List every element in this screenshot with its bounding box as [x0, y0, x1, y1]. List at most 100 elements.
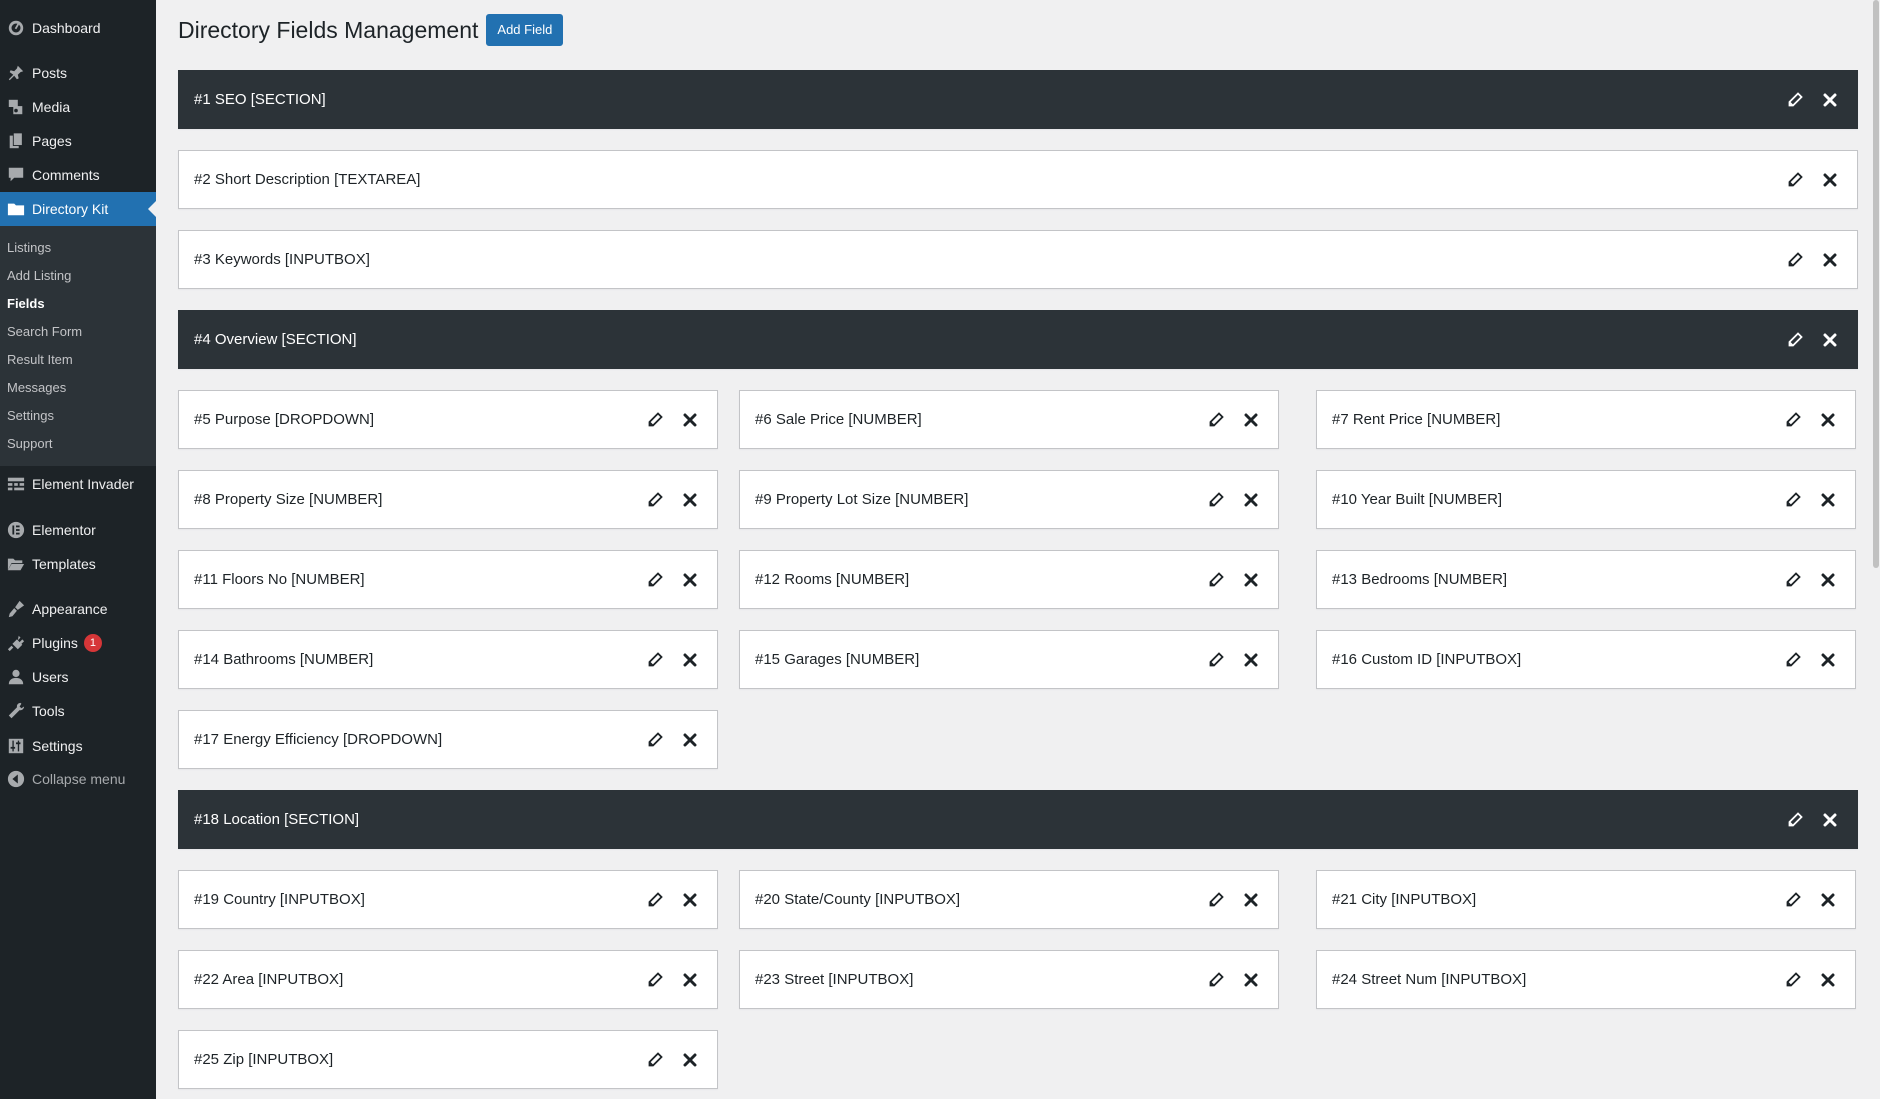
section-row[interactable]: #1 SEO [SECTION] [178, 70, 1858, 129]
edit-icon[interactable] [1785, 90, 1805, 110]
edit-icon[interactable] [1785, 250, 1805, 270]
sidebar-item-users[interactable]: Users [0, 660, 156, 694]
field-row[interactable]: #12 Rooms [NUMBER] [739, 550, 1279, 609]
close-icon[interactable] [680, 730, 700, 750]
submenu-item-add-listing[interactable]: Add Listing [7, 268, 71, 283]
close-icon[interactable] [1818, 410, 1838, 430]
edit-icon[interactable] [1785, 170, 1805, 190]
edit-icon[interactable] [1783, 570, 1803, 590]
close-icon[interactable] [1820, 170, 1840, 190]
edit-icon[interactable] [645, 570, 665, 590]
field-row[interactable]: #7 Rent Price [NUMBER] [1316, 390, 1856, 449]
sidebar-item-dashboard[interactable]: Dashboard [0, 11, 156, 45]
sidebar-item-settings[interactable]: Settings [0, 729, 156, 763]
edit-icon[interactable] [1206, 570, 1226, 590]
sidebar-item-appearance[interactable]: Appearance [0, 592, 156, 626]
sidebar-item-pages[interactable]: Pages [0, 124, 156, 158]
close-icon[interactable] [1241, 890, 1261, 910]
close-icon[interactable] [680, 410, 700, 430]
section-row[interactable]: #18 Location [SECTION] [178, 790, 1858, 849]
field-row[interactable]: #2 Short Description [TEXTAREA] [178, 150, 1858, 209]
submenu-item-settings[interactable]: Settings [7, 408, 54, 423]
edit-icon[interactable] [645, 970, 665, 990]
edit-icon[interactable] [645, 890, 665, 910]
close-icon[interactable] [680, 1050, 700, 1070]
close-icon[interactable] [1241, 650, 1261, 670]
edit-icon[interactable] [1206, 410, 1226, 430]
sidebar-item-comments[interactable]: Comments [0, 158, 156, 192]
add-field-button[interactable]: Add Field [486, 14, 564, 46]
edit-icon[interactable] [1783, 650, 1803, 670]
field-row[interactable]: #9 Property Lot Size [NUMBER] [739, 470, 1279, 529]
edit-icon[interactable] [1206, 970, 1226, 990]
close-icon[interactable] [1241, 490, 1261, 510]
submenu-item-search-form[interactable]: Search Form [7, 324, 82, 339]
field-row[interactable]: #13 Bedrooms [NUMBER] [1316, 550, 1856, 609]
edit-icon[interactable] [645, 490, 665, 510]
edit-icon[interactable] [1206, 890, 1226, 910]
section-row[interactable]: #4 Overview [SECTION] [178, 310, 1858, 369]
field-row[interactable]: #3 Keywords [INPUTBOX] [178, 230, 1858, 289]
collapse-menu-button[interactable]: Collapse menu [0, 762, 156, 796]
close-icon[interactable] [1241, 570, 1261, 590]
field-row[interactable]: #11 Floors No [NUMBER] [178, 550, 718, 609]
field-row[interactable]: #20 State/County [INPUTBOX] [739, 870, 1279, 929]
field-row[interactable]: #17 Energy Efficiency [DROPDOWN] [178, 710, 718, 769]
edit-icon[interactable] [645, 650, 665, 670]
edit-icon[interactable] [1783, 490, 1803, 510]
close-icon[interactable] [680, 890, 700, 910]
close-icon[interactable] [1820, 810, 1840, 830]
close-icon[interactable] [1820, 90, 1840, 110]
edit-icon[interactable] [1783, 890, 1803, 910]
field-row[interactable]: #21 City [INPUTBOX] [1316, 870, 1856, 929]
sidebar-item-plugins[interactable]: Plugins 1 [0, 626, 156, 660]
field-row[interactable]: #19 Country [INPUTBOX] [178, 870, 718, 929]
close-icon[interactable] [1820, 330, 1840, 350]
field-row[interactable]: #15 Garages [NUMBER] [739, 630, 1279, 689]
edit-icon[interactable] [645, 410, 665, 430]
close-icon[interactable] [680, 490, 700, 510]
submenu-item-result-item[interactable]: Result Item [7, 352, 73, 367]
edit-icon[interactable] [1783, 970, 1803, 990]
edit-icon[interactable] [1785, 330, 1805, 350]
close-icon[interactable] [1818, 650, 1838, 670]
submenu-item-listings[interactable]: Listings [7, 240, 51, 255]
sidebar-item-directory-kit[interactable]: Directory Kit [0, 192, 156, 226]
close-icon[interactable] [680, 970, 700, 990]
sidebar-item-media[interactable]: Media [0, 90, 156, 124]
field-row[interactable]: #16 Custom ID [INPUTBOX] [1316, 630, 1856, 689]
field-row[interactable]: #23 Street [INPUTBOX] [739, 950, 1279, 1009]
close-icon[interactable] [1241, 410, 1261, 430]
sidebar-item-elementor[interactable]: Elementor [0, 513, 156, 547]
field-row[interactable]: #24 Street Num [INPUTBOX] [1316, 950, 1856, 1009]
submenu-item-fields[interactable]: Fields [7, 296, 45, 311]
field-row[interactable]: #22 Area [INPUTBOX] [178, 950, 718, 1009]
scrollbar-thumb[interactable] [1873, 0, 1879, 568]
sidebar-item-templates[interactable]: Templates [0, 547, 156, 581]
close-icon[interactable] [1818, 490, 1838, 510]
edit-icon[interactable] [645, 730, 665, 750]
edit-icon[interactable] [1206, 490, 1226, 510]
close-icon[interactable] [1820, 250, 1840, 270]
page-scrollbar[interactable] [1872, 0, 1880, 1099]
field-row[interactable]: #25 Zip [INPUTBOX] [178, 1030, 718, 1089]
field-row[interactable]: #6 Sale Price [NUMBER] [739, 390, 1279, 449]
edit-icon[interactable] [1783, 410, 1803, 430]
submenu-item-support[interactable]: Support [7, 436, 53, 451]
close-icon[interactable] [1818, 890, 1838, 910]
field-row[interactable]: #5 Purpose [DROPDOWN] [178, 390, 718, 449]
sidebar-item-element-invader[interactable]: Element Invader [0, 467, 156, 501]
field-row[interactable]: #10 Year Built [NUMBER] [1316, 470, 1856, 529]
sidebar-item-posts[interactable]: Posts [0, 56, 156, 90]
field-row[interactable]: #8 Property Size [NUMBER] [178, 470, 718, 529]
close-icon[interactable] [1818, 570, 1838, 590]
close-icon[interactable] [680, 650, 700, 670]
close-icon[interactable] [1818, 970, 1838, 990]
sidebar-item-tools[interactable]: Tools [0, 694, 156, 728]
edit-icon[interactable] [1785, 810, 1805, 830]
field-row[interactable]: #14 Bathrooms [NUMBER] [178, 630, 718, 689]
edit-icon[interactable] [1206, 650, 1226, 670]
close-icon[interactable] [1241, 970, 1261, 990]
edit-icon[interactable] [645, 1050, 665, 1070]
close-icon[interactable] [680, 570, 700, 590]
